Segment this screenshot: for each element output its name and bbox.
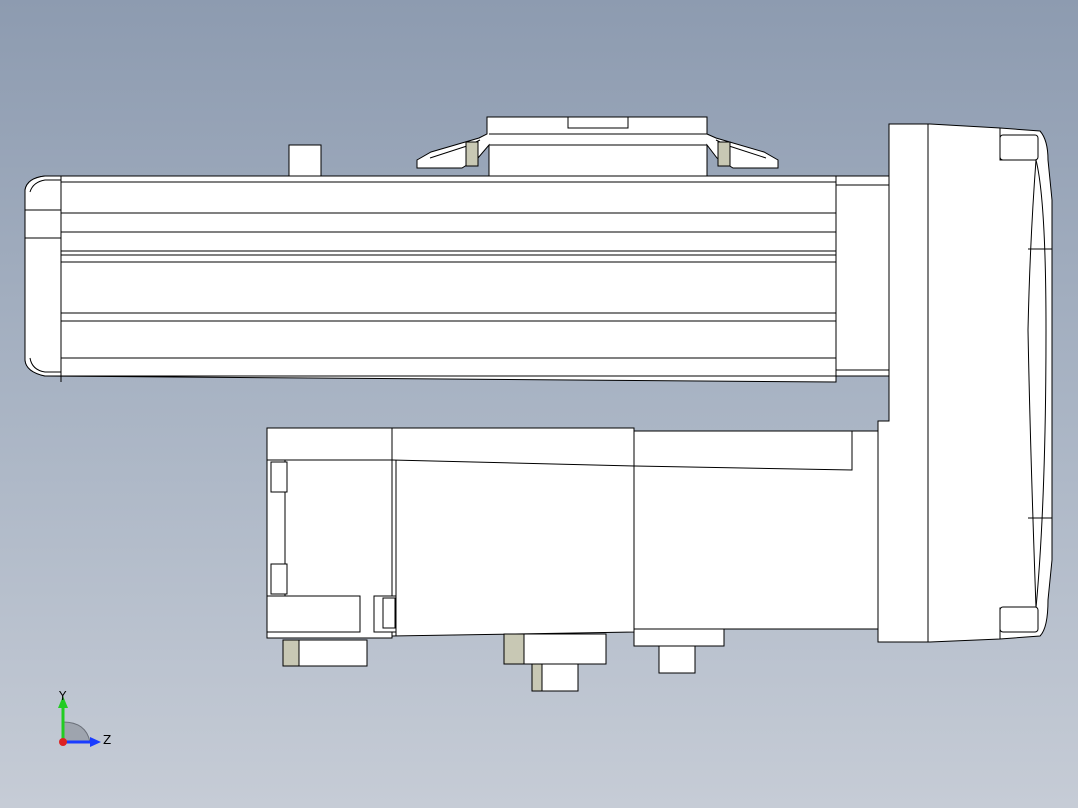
rail-coupling[interactable] <box>835 175 891 377</box>
triad-z-label: Z <box>103 733 111 747</box>
connector-2[interactable] <box>503 633 607 692</box>
triad-origin-icon <box>59 738 67 746</box>
triad-y-label: Y <box>58 689 67 703</box>
triad-plane-icon <box>62 721 91 743</box>
motor-gearbox[interactable] <box>633 430 879 630</box>
actuator-rail-body[interactable] <box>24 175 837 383</box>
connector-3[interactable] <box>633 628 725 674</box>
top-knob[interactable] <box>288 144 322 177</box>
top-clamp-bracket[interactable] <box>416 116 779 177</box>
view-orientation-triad[interactable]: Y Z <box>58 689 111 747</box>
triad-z-arrow-icon <box>90 737 101 747</box>
cad-viewport[interactable]: Y Z <box>0 0 1078 808</box>
cad-model-drawing[interactable]: Y Z <box>0 0 1078 808</box>
connector-1[interactable] <box>282 639 368 667</box>
motor-body[interactable] <box>391 427 635 637</box>
motor-encoder-end[interactable] <box>266 427 397 639</box>
end-housing[interactable] <box>877 123 1053 643</box>
